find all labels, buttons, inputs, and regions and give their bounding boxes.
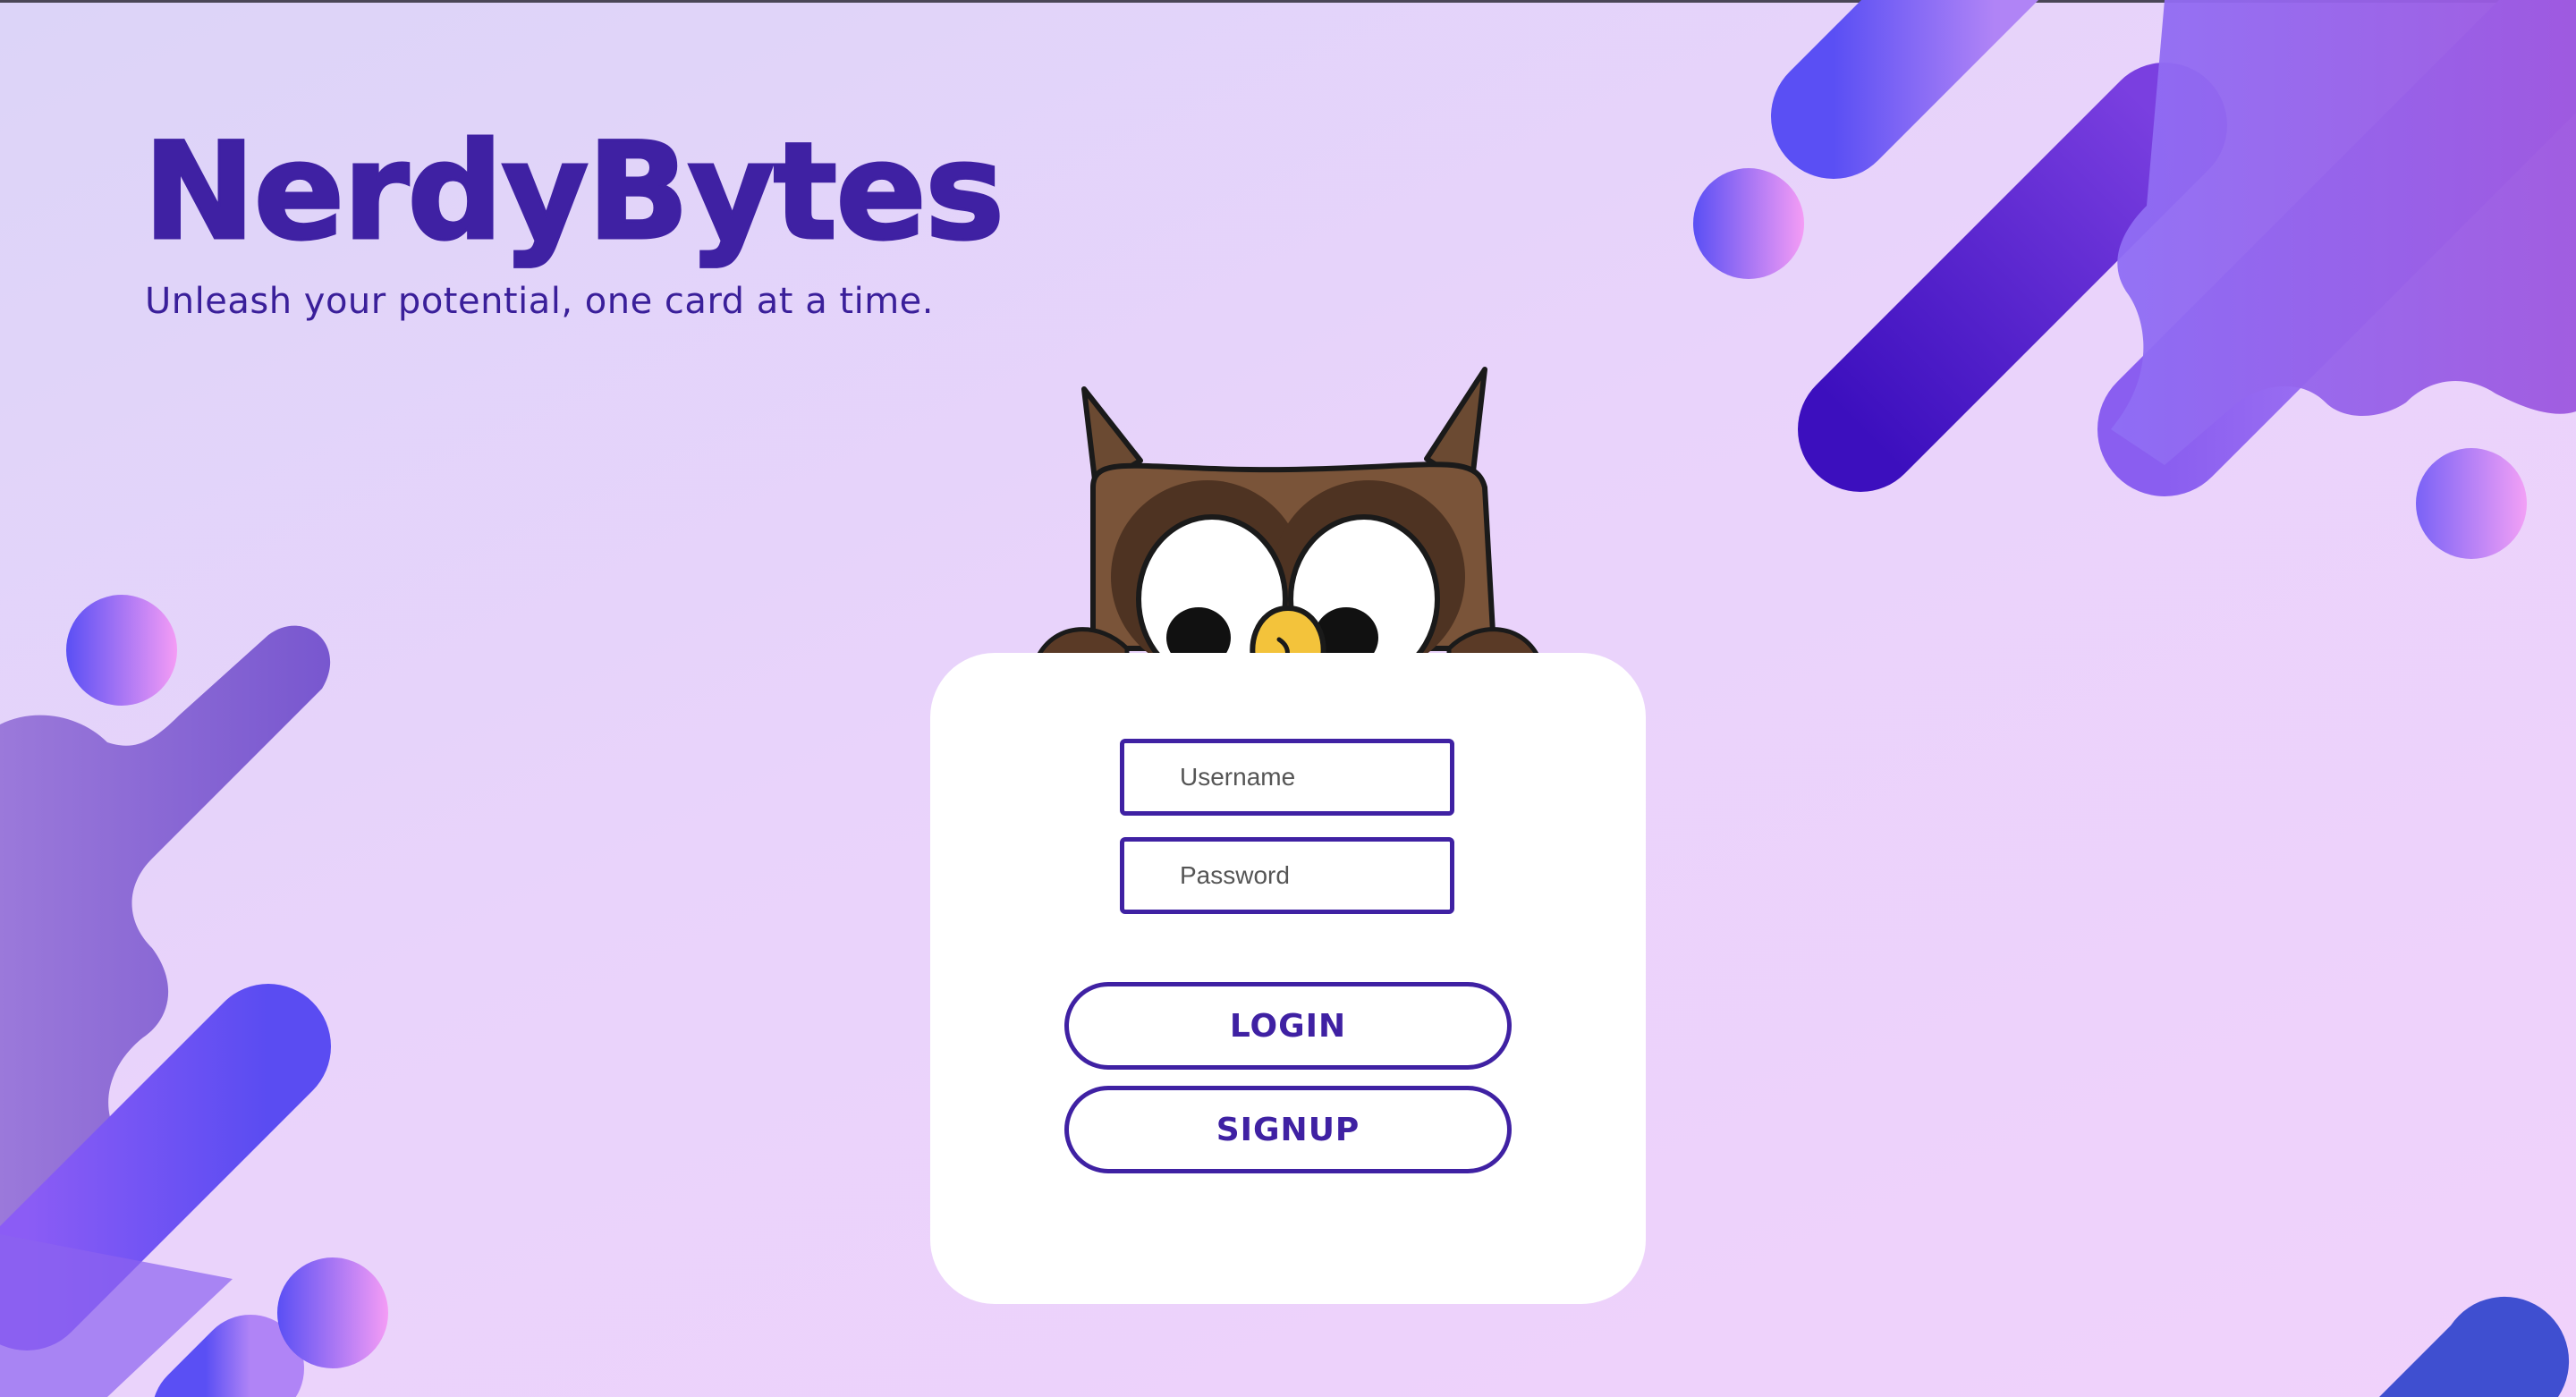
- login-button[interactable]: LOGIN: [1064, 982, 1512, 1070]
- login-card: LOGIN SIGNUP: [930, 653, 1646, 1304]
- password-input[interactable]: [1120, 837, 1454, 914]
- app-tagline: Unleash your potential, one card at a ti…: [145, 281, 935, 322]
- brand-header: NerdyBytes Unleash your potential, one c…: [141, 114, 1005, 323]
- bottom-left-shapes: [0, 595, 388, 1397]
- signup-button[interactable]: SIGNUP: [1064, 1086, 1512, 1173]
- top-right-shapes: [1693, 0, 2576, 1397]
- username-input[interactable]: [1120, 739, 1454, 816]
- app-title: NerdyBytes: [141, 114, 1005, 270]
